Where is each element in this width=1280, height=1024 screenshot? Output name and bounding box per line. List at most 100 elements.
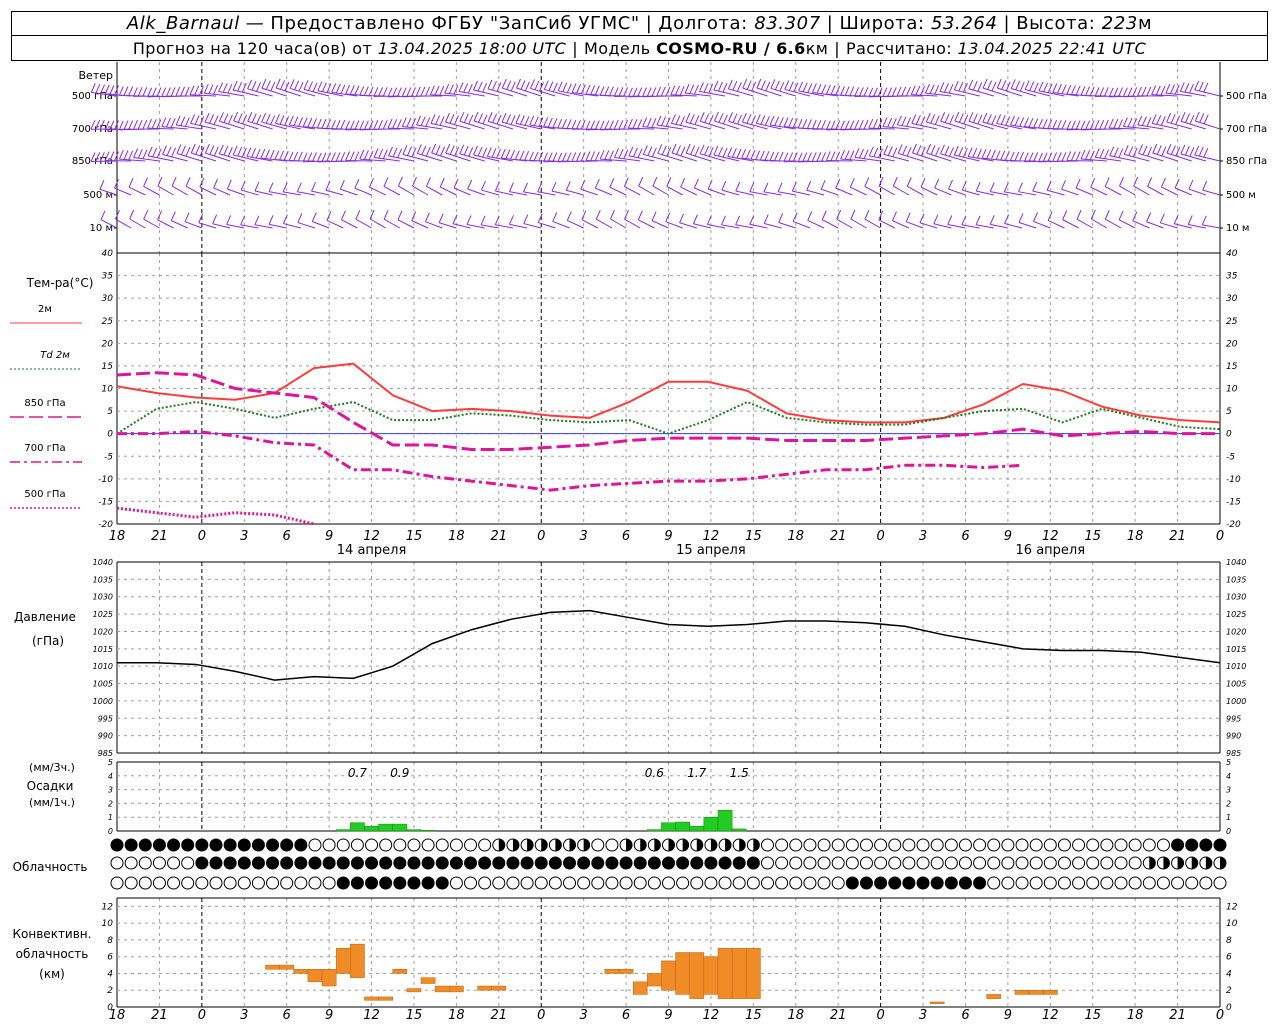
wind-barb-feather [1198, 81, 1204, 92]
wind-barb-feather [340, 119, 346, 130]
wind-barb-feather [449, 114, 455, 124]
wind-barb-feather [416, 115, 422, 126]
wind-barb-feather [1028, 152, 1034, 162]
wind-barb-feather [524, 81, 530, 92]
wind-barb-shaft [261, 121, 287, 130]
conv-ytick-right: 12 [1226, 902, 1238, 912]
wind-barb-feather [543, 80, 549, 90]
wind-barb-feather [157, 176, 163, 187]
wind-barb-feather [1151, 85, 1157, 95]
wind-barb-shaft [205, 152, 231, 162]
temp-xtick: 6 [961, 529, 969, 544]
temp-ytick-right: 25 [1226, 317, 1238, 327]
wind-barb-feather [293, 151, 299, 162]
wind-barb-shaft [289, 87, 316, 97]
wind-barb-feather [551, 181, 557, 192]
wind-barb-feather [1152, 143, 1158, 154]
cloud-symbol [760, 876, 774, 890]
cloud-symbol [110, 876, 124, 890]
wind-barb-feather [632, 87, 638, 97]
wind-barb-feather [227, 114, 233, 125]
wind-barb-feather [492, 80, 497, 91]
cloud-symbol [1171, 876, 1185, 890]
temp-ytick-right: 40 [1226, 249, 1238, 259]
conv-xtick: 12 [1042, 1008, 1059, 1023]
cloud-symbol [195, 838, 209, 852]
cloud-symbol [379, 838, 393, 852]
wind-barb-shaft [1091, 218, 1108, 229]
wind-barb-feather [396, 87, 402, 97]
wind-barb-feather [608, 120, 614, 130]
temp-xtick: 18 [1127, 529, 1144, 544]
wind-barb-feather [1160, 116, 1166, 126]
wind-barb-feather [1146, 212, 1152, 222]
wind-barb-feather [623, 177, 629, 187]
wind-barb-feather [297, 213, 303, 223]
wind-barb-feather [123, 150, 129, 160]
wind-barb-feather [387, 118, 393, 129]
cloud-symbol [124, 838, 138, 852]
wind-barb-feather [524, 116, 530, 126]
cloud-symbol-half [512, 839, 519, 851]
wind-barb-feather [901, 86, 907, 97]
wind-barb-feather [741, 148, 747, 159]
wind-barb-shaft [1194, 154, 1221, 162]
wind-barb-feather [1118, 119, 1123, 129]
cloud-symbol [223, 856, 237, 870]
wind-barb-feather [1127, 117, 1133, 128]
wind-barb-feather [944, 113, 950, 123]
wind-barb-feather [171, 176, 177, 187]
wind-barb-feather [533, 151, 539, 162]
cloud-symbol [859, 838, 873, 852]
wind-barb-feather [1080, 149, 1086, 160]
pres-ytick-right: 990 [1226, 732, 1241, 741]
wind-barb-feather [195, 145, 201, 155]
wind-barb-feather [566, 83, 572, 93]
wind-barb-feather [699, 144, 705, 155]
wind-barb-feather [718, 113, 724, 123]
wind-barb-feather [1123, 145, 1129, 155]
wind-barb-feather [1159, 213, 1165, 224]
wind-barb-feather [232, 80, 238, 91]
wind-barb-shaft [850, 218, 867, 229]
wind-barb-feather [232, 145, 238, 156]
wind-barb-feather [373, 87, 379, 97]
wind-barb-feather [1160, 85, 1166, 96]
cloud-symbol [718, 856, 732, 870]
wind-barb-feather [821, 152, 827, 162]
wind-barb-feather [585, 151, 591, 161]
precip-bar [731, 828, 747, 832]
wind-barb-feather [274, 150, 280, 160]
conv-xtick: 9 [664, 1008, 672, 1023]
cloud-symbol [888, 876, 902, 890]
temp-xtick: 0 [1216, 529, 1224, 544]
conv-ytick-left: 6 [107, 953, 113, 963]
conv-xtick: 6 [622, 1008, 630, 1023]
wind-barb-feather [260, 148, 266, 159]
wind-barb-shaft [728, 120, 754, 130]
precip-bar [703, 816, 719, 832]
cloud-symbol [1057, 856, 1071, 870]
wind-barb-feather [609, 150, 614, 160]
cloud-symbol [506, 856, 520, 870]
conv-xtick: 0 [198, 1008, 206, 1023]
cloud-symbol [181, 856, 195, 870]
wind-barb-feather [552, 212, 558, 222]
temp-xtick: 3 [919, 529, 927, 544]
wind-barb-feather [982, 112, 988, 123]
wind-barb-feather [566, 211, 572, 221]
wind-barb-shaft [1018, 222, 1037, 229]
wind-barb-feather [872, 87, 878, 97]
wind-barb-feather [397, 210, 403, 220]
wind-barb-feather [509, 215, 514, 225]
wind-barb-feather [204, 112, 210, 123]
wind-barb-feather [1010, 115, 1015, 126]
wind-barb-feather [1099, 148, 1105, 159]
wind-barb-feather [170, 87, 176, 97]
wind-barb-shaft [1105, 218, 1122, 229]
wind-barb-feather [255, 148, 261, 159]
wind-barb-feather [872, 119, 878, 129]
wind-barb-feather [816, 83, 822, 94]
conv-segment [279, 964, 295, 970]
cloud-symbol [619, 876, 633, 890]
